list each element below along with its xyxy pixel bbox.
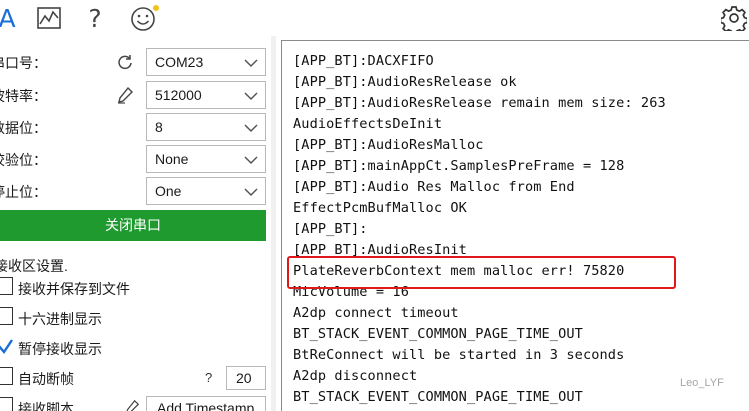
- refresh-icon[interactable]: [116, 53, 136, 71]
- chart-icon[interactable]: [36, 4, 62, 32]
- baud-value: 512000: [155, 87, 202, 103]
- pen-icon[interactable]: [116, 86, 136, 104]
- error-highlight-box: [287, 256, 676, 289]
- chevron-down-icon: [244, 156, 258, 165]
- receive-log-area[interactable]: [APP_BT]:DACXFIFO [APP_BT]:AudioResRelea…: [281, 40, 749, 411]
- port-label: 串口号：: [0, 55, 47, 71]
- databits-row: 数据位： 8: [0, 113, 276, 141]
- baud-label: 波特率：: [0, 88, 47, 104]
- tab-text-view[interactable]: A: [0, 4, 18, 33]
- log-line: A2dp disconnect: [293, 368, 418, 384]
- frame-timeout-input[interactable]: 20: [226, 366, 266, 390]
- log-line: A2dp connect timeout: [293, 305, 459, 321]
- log-line: BtReConnect will be started in 3 seconds: [293, 347, 625, 363]
- receive-script-label: 接收脚本: [18, 401, 74, 411]
- receive-script-checkbox[interactable]: [0, 397, 13, 411]
- smiley-icon[interactable]: [130, 4, 160, 32]
- auto-frame-checkbox[interactable]: [0, 367, 13, 385]
- log-line: [APP_BT]:DACXFIFO: [293, 53, 434, 69]
- port-value: COM23: [155, 54, 204, 70]
- log-line: EffectPcmBufMalloc OK: [293, 200, 467, 216]
- hex-display-label: 十六进制显示: [18, 311, 102, 327]
- parity-label: 校验位：: [0, 152, 47, 168]
- stopbits-value: One: [155, 183, 182, 199]
- save-to-file-option[interactable]: 接收并保存到文件: [0, 276, 276, 300]
- script-value: Add Timestamp: [157, 400, 255, 411]
- stopbits-row: 停止位： One: [0, 177, 276, 205]
- auto-frame-label: 自动断帧: [18, 371, 74, 387]
- log-line: BT_STACK_EVENT_COMMON_PAGE_TIME_OUT: [293, 326, 583, 342]
- receive-section-title: 接收区设置.: [0, 258, 68, 274]
- parity-row: 校验位： None: [0, 145, 276, 173]
- port-row: 串口号： COM23: [0, 48, 276, 76]
- hex-display-checkbox[interactable]: [0, 307, 13, 325]
- log-line: [APP_BT]:AudioResRelease remain mem size…: [293, 95, 666, 111]
- parity-select[interactable]: None: [146, 145, 266, 173]
- gear-icon[interactable]: [720, 4, 748, 32]
- top-toolbar: A ?: [0, 0, 749, 36]
- chevron-down-icon: [244, 59, 258, 68]
- log-line: [APP_BT]:AudioResRelease ok: [293, 74, 517, 90]
- script-select[interactable]: Add Timestamp: [146, 396, 266, 411]
- chevron-down-icon: [244, 124, 258, 133]
- databits-select[interactable]: 8: [146, 113, 266, 141]
- log-line: [APP_BT]:Audio Res Malloc from End: [293, 179, 575, 195]
- pause-display-checkbox[interactable]: [0, 337, 13, 355]
- baud-row: 波特率： 512000: [0, 81, 276, 109]
- stopbits-label: 停止位：: [0, 184, 47, 200]
- auto-frame-option[interactable]: 自动断帧 ? 20: [0, 366, 276, 390]
- pause-display-option[interactable]: 暂停接收显示: [0, 336, 276, 360]
- watermark: Leo_LYF: [680, 377, 724, 389]
- port-select[interactable]: COM23: [146, 48, 266, 76]
- databits-value: 8: [155, 119, 163, 135]
- databits-label: 数据位：: [0, 120, 47, 136]
- stopbits-select[interactable]: One: [146, 177, 266, 205]
- chevron-down-icon: [244, 92, 258, 101]
- pen-icon[interactable]: [124, 399, 140, 411]
- hex-display-option[interactable]: 十六进制显示: [0, 306, 276, 330]
- panel-scrollbar[interactable]: [271, 36, 276, 411]
- log-line: [APP_BT]:mainAppCt.SamplesPreFrame = 128: [293, 158, 625, 174]
- baud-select[interactable]: 512000: [146, 81, 266, 109]
- parity-value: None: [155, 151, 189, 167]
- help-icon[interactable]: ?: [84, 4, 106, 33]
- save-to-file-checkbox[interactable]: [0, 277, 13, 295]
- log-line: BT_STACK_EVENT_COMMON_PAGE_TIME_OUT: [293, 389, 583, 405]
- close-port-button[interactable]: 关闭串口: [0, 210, 266, 241]
- pause-display-label: 暂停接收显示: [18, 341, 102, 357]
- log-line: [APP_BT]:: [293, 221, 368, 237]
- receive-script-option[interactable]: 接收脚本 Add Timestamp: [0, 396, 276, 411]
- save-to-file-label: 接收并保存到文件: [18, 281, 130, 297]
- chevron-down-icon: [244, 188, 258, 197]
- log-line: [APP_BT]:AudioResMalloc: [293, 137, 484, 153]
- frame-help-icon[interactable]: ?: [205, 370, 212, 385]
- log-line: AudioEffectsDeInit: [293, 116, 443, 132]
- checkmark-icon: [0, 339, 13, 355]
- serial-settings-panel: 串口号： COM23 波特率： 512000 数据位： 8 校验位： None: [0, 36, 276, 411]
